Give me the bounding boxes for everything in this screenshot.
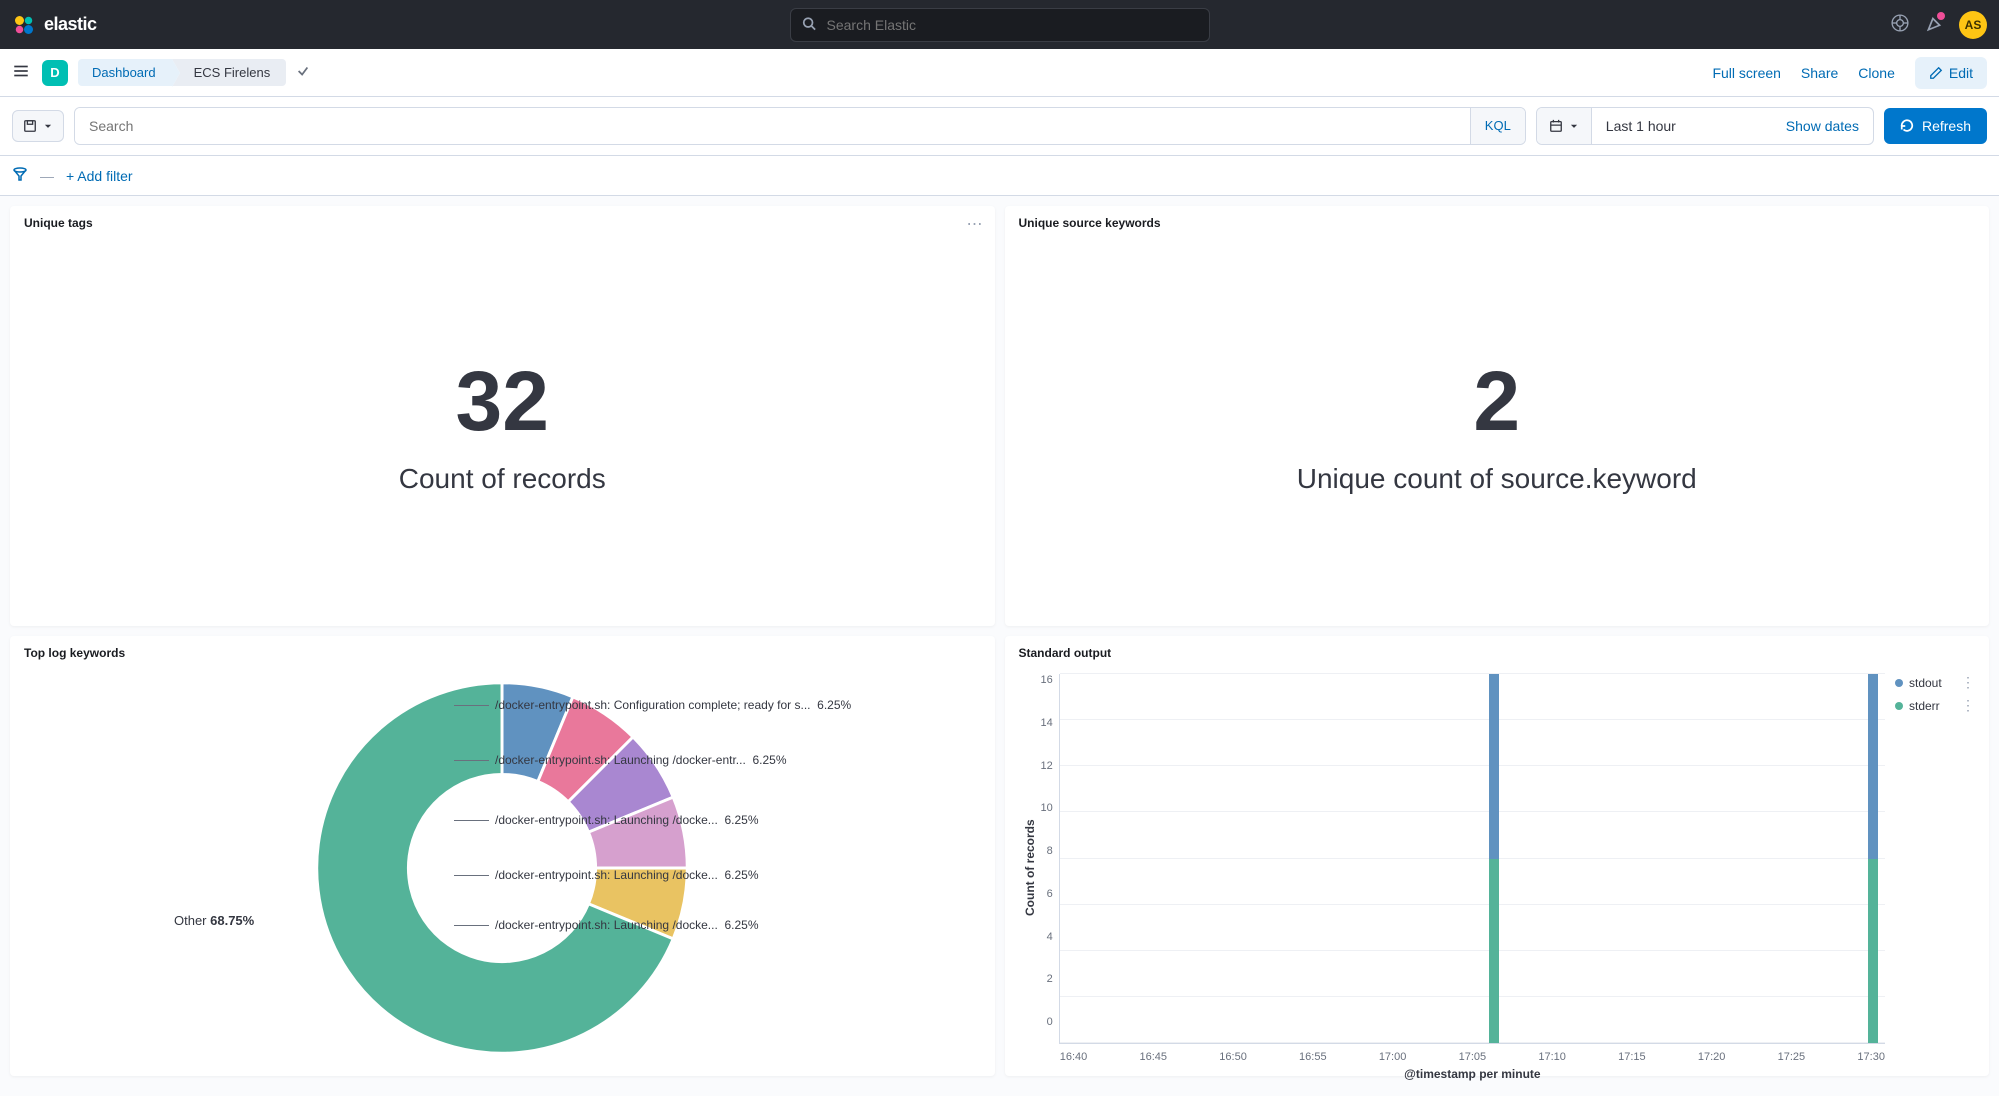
bar-segment[interactable] xyxy=(1489,674,1499,859)
legend-item[interactable]: stdout⋮ xyxy=(1895,674,1975,691)
metric-value: 32 xyxy=(456,359,549,443)
filter-bar: — + Add filter xyxy=(0,156,1999,196)
breadcrumb-current[interactable]: ECS Firelens xyxy=(172,59,287,86)
bar-segment[interactable] xyxy=(1868,674,1878,859)
query-language-button[interactable]: KQL xyxy=(1470,108,1525,144)
filter-options-icon[interactable] xyxy=(12,166,28,185)
query-input[interactable] xyxy=(75,108,1470,144)
show-dates-button[interactable]: Show dates xyxy=(1772,108,1873,144)
time-range-value[interactable]: Last 1 hour xyxy=(1592,108,1772,144)
metric-label: Unique count of source.keyword xyxy=(1297,463,1697,495)
donut-slice-label: /docker-entrypoint.sh: Configuration com… xyxy=(454,698,851,712)
logo[interactable]: elastic xyxy=(12,13,97,37)
donut-slice-label: /docker-entrypoint.sh: Launching /docker… xyxy=(454,753,787,767)
metric-label: Count of records xyxy=(399,463,606,495)
query-bar: KQL Last 1 hour Show dates Refresh xyxy=(0,97,1999,156)
panel-title: Standard output xyxy=(1019,646,1976,660)
bar-chart: Count of records 1614121086420 16:4016:4… xyxy=(1019,668,1976,1068)
x-axis: 16:4016:4516:5016:5517:0017:0517:1017:15… xyxy=(1060,1051,1885,1063)
avatar[interactable]: AS xyxy=(1959,11,1987,39)
panel-unique-tags: Unique tags ⋯ 32 Count of records xyxy=(10,206,995,626)
time-picker-button[interactable] xyxy=(1537,108,1592,144)
breadcrumb-dashboard[interactable]: Dashboard xyxy=(78,59,172,86)
x-axis-title: @timestamp per minute xyxy=(1060,1067,1885,1081)
chart-plot: 16:4016:4516:5016:5517:0017:0517:1017:15… xyxy=(1059,674,1885,1044)
elastic-logo-icon xyxy=(12,13,36,37)
panel-unique-source: Unique source keywords 2 Unique count of… xyxy=(1005,206,1990,626)
calendar-icon xyxy=(1549,119,1563,133)
panel-title: Top log keywords xyxy=(24,646,981,660)
edit-button[interactable]: Edit xyxy=(1915,57,1987,89)
chevron-down-icon xyxy=(1569,121,1579,131)
legend-options-icon[interactable]: ⋮ xyxy=(1961,674,1975,691)
saved-query-button[interactable] xyxy=(12,110,64,142)
panel-top-log-keywords: Top log keywords /docker-entrypoint.sh: … xyxy=(10,636,995,1076)
check-icon xyxy=(296,64,310,81)
menu-icon[interactable] xyxy=(12,62,30,83)
donut-slice-label: /docker-entrypoint.sh: Launching /docke.… xyxy=(454,868,759,882)
breadcrumb-bar: D Dashboard ECS Firelens Full screen Sha… xyxy=(0,49,1999,97)
notification-dot xyxy=(1937,12,1945,20)
fullscreen-button[interactable]: Full screen xyxy=(1712,65,1780,81)
refresh-button[interactable]: Refresh xyxy=(1884,108,1987,144)
donut-other-label: Other 68.75% xyxy=(174,913,254,928)
newsfeed-icon[interactable] xyxy=(1925,14,1943,35)
global-header: elastic AS xyxy=(0,0,1999,49)
chevron-down-icon xyxy=(43,121,53,131)
panel-standard-output: Standard output Count of records 1614121… xyxy=(1005,636,1990,1076)
legend-dot-icon xyxy=(1895,702,1903,710)
add-filter-button[interactable]: + Add filter xyxy=(66,168,133,184)
y-axis-title: Count of records xyxy=(1019,668,1041,1068)
breadcrumb: Dashboard ECS Firelens xyxy=(78,59,286,86)
bar-segment[interactable] xyxy=(1489,859,1499,1044)
search-icon xyxy=(802,16,816,33)
donut-chart: /docker-entrypoint.sh: Configuration com… xyxy=(24,668,981,1068)
global-search-input[interactable] xyxy=(790,8,1210,42)
help-icon[interactable] xyxy=(1891,14,1909,35)
global-search xyxy=(790,8,1210,42)
share-button[interactable]: Share xyxy=(1801,65,1838,81)
app-badge[interactable]: D xyxy=(42,60,68,86)
panel-title: Unique tags xyxy=(24,216,981,230)
bar-segment[interactable] xyxy=(1868,859,1878,1044)
panel-title: Unique source keywords xyxy=(1019,216,1976,230)
legend-item[interactable]: stderr⋮ xyxy=(1895,697,1975,714)
clone-button[interactable]: Clone xyxy=(1858,65,1895,81)
donut-slice-label: /docker-entrypoint.sh: Launching /docke.… xyxy=(454,918,759,932)
dashboard-grid: Unique tags ⋯ 32 Count of records Unique… xyxy=(0,196,1999,1086)
disk-icon xyxy=(23,119,37,133)
metric-value: 2 xyxy=(1473,359,1520,443)
logo-text: elastic xyxy=(44,14,97,35)
filter-separator: — xyxy=(40,168,54,184)
donut-slice-label: /docker-entrypoint.sh: Launching /docke.… xyxy=(454,813,759,827)
y-axis: 1614121086420 xyxy=(1041,668,1059,1068)
legend-options-icon[interactable]: ⋮ xyxy=(1961,697,1975,714)
time-picker: Last 1 hour Show dates xyxy=(1536,107,1874,145)
chart-legend: stdout⋮ stderr⋮ xyxy=(1885,668,1975,1068)
pencil-icon xyxy=(1929,66,1943,80)
panel-options-button[interactable]: ⋯ xyxy=(967,214,985,234)
legend-dot-icon xyxy=(1895,679,1903,687)
refresh-icon xyxy=(1900,119,1914,133)
